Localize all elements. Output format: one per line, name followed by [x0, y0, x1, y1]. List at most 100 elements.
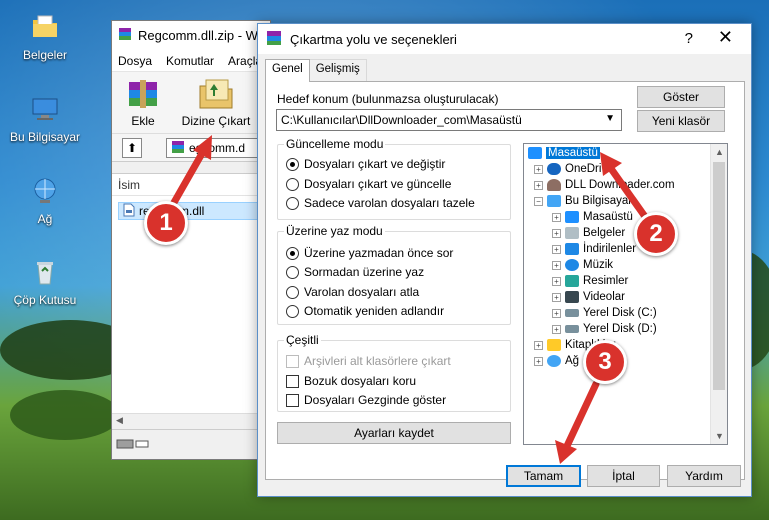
option-label: Dosyaları çıkart ve değiştir	[304, 157, 446, 171]
winrar-titlebar[interactable]: Regcomm.dll.zip - W	[112, 21, 270, 50]
scroll-down-icon[interactable]: ▼	[715, 431, 724, 441]
expand-icon[interactable]: +	[552, 292, 561, 302]
folder-tree[interactable]: Masaüstü + OneDri + DLL Downloader.com −…	[523, 143, 728, 445]
tree-node-network[interactable]: + Ağ	[534, 353, 579, 369]
tab-advanced[interactable]: Gelişmiş	[308, 59, 367, 81]
tree-node-label: DLL Downloader.com	[565, 179, 675, 191]
extract-to-button-label: Dizine Çıkart	[181, 114, 251, 128]
radio-button[interactable]	[286, 304, 299, 318]
save-settings-button[interactable]: Ayarları kaydet	[277, 422, 511, 444]
help-icon[interactable]: ?	[685, 30, 693, 47]
expand-icon[interactable]: +	[552, 324, 561, 334]
option-label: Dosyaları çıkart ve güncelle	[304, 177, 452, 191]
winrar-statusbar	[112, 429, 272, 459]
radio-button[interactable]	[286, 246, 299, 260]
tree-vertical-scrollbar[interactable]: ▲ ▼	[710, 144, 727, 444]
close-icon[interactable]: ✕	[718, 27, 733, 48]
horizontal-scrollbar[interactable]: ◀	[112, 413, 272, 429]
radio-button[interactable]	[286, 196, 299, 210]
computer-icon	[547, 195, 561, 207]
expand-icon[interactable]: +	[552, 308, 561, 318]
overwrite-option-rename[interactable]: Otomatik yeniden adlandır	[286, 304, 444, 318]
winrar-title: Regcomm.dll.zip - W	[138, 28, 258, 43]
overwrite-option-skip[interactable]: Varolan dosyaları atla	[286, 285, 419, 299]
desktop-icon-label: Çöp Kutusu	[13, 293, 77, 307]
expand-icon[interactable]: +	[552, 212, 561, 222]
desktop-icon-documents[interactable]: Belgeler	[5, 10, 85, 62]
chevron-down-icon[interactable]: ▼	[605, 113, 615, 124]
picture-icon	[565, 275, 579, 287]
step-badge-1: 1	[144, 201, 188, 245]
overwrite-option-without-prompt[interactable]: Sormadan üzerine yaz	[286, 265, 424, 279]
menu-file[interactable]: Dosya	[118, 54, 152, 68]
misc-option-keep-broken[interactable]: Bozuk dosyaları koru	[286, 374, 416, 388]
expand-icon[interactable]: +	[552, 244, 561, 254]
show-button[interactable]: Göster	[637, 86, 725, 108]
misc-option-subfolders[interactable]: Arşivleri alt klasörlere çıkart	[286, 354, 451, 368]
collapse-icon[interactable]: −	[534, 196, 543, 206]
radio-button[interactable]	[286, 177, 299, 191]
winrar-app-icon	[118, 27, 132, 44]
desktop-icon-this-pc[interactable]: Bu Bilgisayar	[5, 92, 85, 144]
winrar-menubar: Dosya Komutlar Araçla	[112, 50, 270, 72]
column-header-name[interactable]: İsim	[112, 174, 272, 196]
radio-button[interactable]	[286, 265, 299, 279]
update-option-freshen[interactable]: Sadece varolan dosyaları tazele	[286, 196, 475, 210]
expand-icon[interactable]: +	[552, 276, 561, 286]
file-list[interactable]: İsim regcomm.dll ◀	[112, 173, 272, 429]
tree-node-desktop-sub[interactable]: + Masaüstü	[552, 209, 633, 225]
cancel-button[interactable]: İptal	[587, 465, 660, 487]
misc-option-show-in-explorer[interactable]: Dosyaları Gezginde göster	[286, 393, 446, 407]
desktop-icon-label: Bu Bilgisayar	[9, 130, 81, 144]
desktop-icon-network[interactable]: Ağ	[5, 174, 85, 226]
desktop-icon-recycle-bin[interactable]: Çöp Kutusu	[5, 255, 85, 307]
destination-path-combo[interactable]: C:\Kullanıcılar\DllDownloader_com\Masaüs…	[276, 109, 622, 131]
desktop-icon-label: Ağ	[37, 212, 53, 226]
radio-button[interactable]	[286, 285, 299, 299]
tree-node-this-pc[interactable]: − Bu Bilgisayar	[534, 193, 632, 209]
tree-node-desktop[interactable]: Masaüstü	[528, 145, 600, 161]
up-folder-button[interactable]: ⬆	[122, 138, 142, 158]
checkbox[interactable]	[286, 354, 299, 368]
expand-icon[interactable]: +	[534, 164, 543, 174]
tree-node-onedrive[interactable]: + OneDri	[534, 161, 601, 177]
expand-icon[interactable]: +	[534, 340, 543, 350]
overwrite-option-ask[interactable]: Üzerine yazmadan önce sor	[286, 246, 453, 260]
tree-node-label: Yerel Disk (C:)	[583, 307, 657, 319]
expand-icon[interactable]: +	[534, 180, 543, 190]
tree-node-disk-c[interactable]: + Yerel Disk (C:)	[552, 305, 657, 321]
tree-node-downloads[interactable]: + İndirilenler	[552, 241, 636, 257]
tree-node-label: Masaüstü	[546, 147, 600, 159]
tree-node-documents[interactable]: + Belgeler	[552, 225, 625, 241]
add-button-label: Ekle	[131, 114, 155, 128]
radio-button[interactable]	[286, 157, 299, 171]
update-option-extract-update[interactable]: Dosyaları çıkart ve güncelle	[286, 177, 451, 191]
checkbox[interactable]	[286, 374, 299, 388]
tree-node-videos[interactable]: + Videolar	[552, 289, 625, 305]
expand-icon[interactable]: +	[534, 356, 543, 366]
checkbox[interactable]	[286, 393, 299, 407]
tree-node-pictures[interactable]: + Resimler	[552, 273, 628, 289]
extract-folder-icon	[196, 76, 236, 112]
ok-button[interactable]: Tamam	[506, 465, 581, 487]
expand-icon[interactable]: +	[552, 260, 561, 270]
tree-node-user[interactable]: + DLL Downloader.com	[534, 177, 675, 193]
expand-icon[interactable]: +	[552, 228, 561, 238]
scrollbar-thumb[interactable]	[713, 162, 725, 390]
desktop-icon-label: Belgeler	[22, 48, 68, 62]
music-icon	[565, 259, 579, 271]
extract-to-button[interactable]: Dizine Çıkart	[178, 76, 254, 128]
file-row[interactable]: regcomm.dll	[118, 202, 258, 220]
add-button[interactable]: Ekle	[118, 76, 168, 128]
dialog-titlebar[interactable]: Çıkartma yolu ve seçenekleri ? ✕	[258, 24, 751, 54]
tree-node-disk-d[interactable]: + Yerel Disk (D:)	[552, 321, 657, 337]
tree-node-music[interactable]: + Müzik	[552, 257, 613, 273]
tab-general[interactable]: Genel	[265, 59, 310, 82]
update-option-extract-replace[interactable]: Dosyaları çıkart ve değiştir	[286, 157, 445, 171]
help-button[interactable]: Yardım	[667, 465, 741, 487]
desktop-icon	[565, 211, 579, 223]
menu-commands[interactable]: Komutlar	[166, 54, 214, 68]
scroll-up-icon[interactable]: ▲	[715, 147, 724, 157]
new-folder-button[interactable]: Yeni klasör	[637, 110, 725, 132]
tree-node-label: Yerel Disk (D:)	[583, 323, 657, 335]
